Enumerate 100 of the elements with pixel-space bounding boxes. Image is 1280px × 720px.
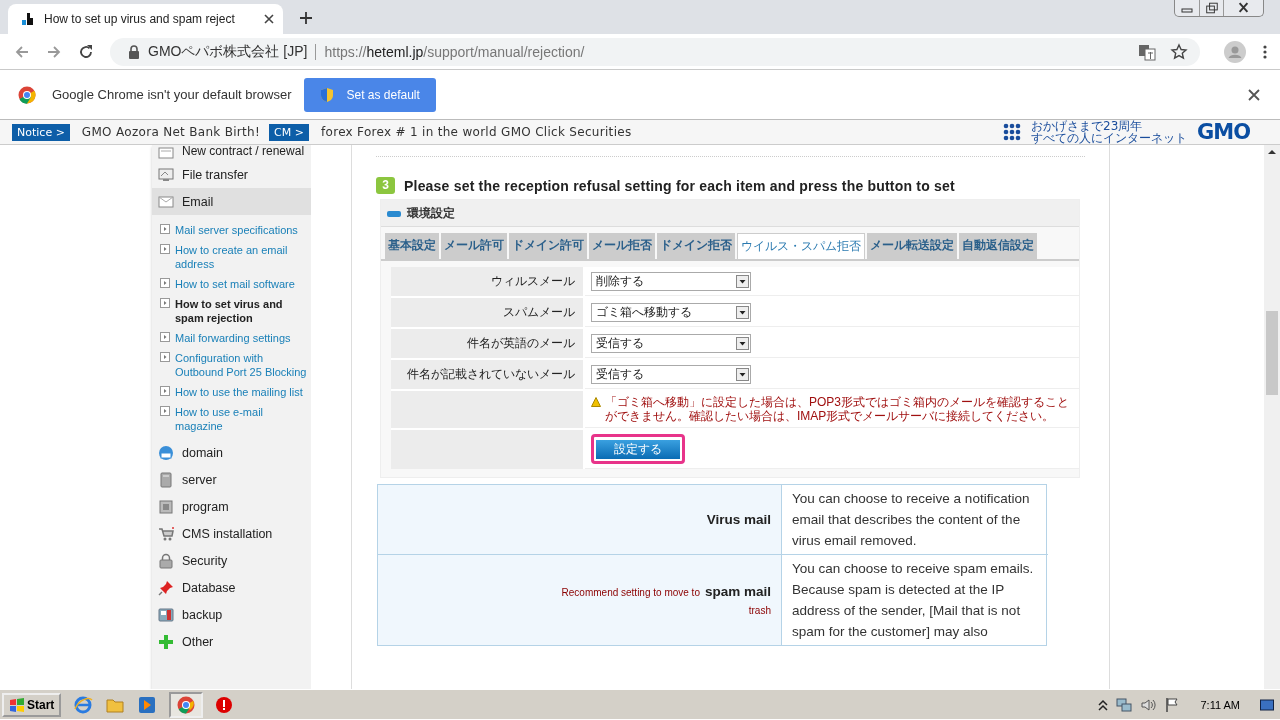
warning-text: 「ゴミ箱へ移動」に設定した場合は、POP3形式ではゴミ箱内のメールを確認することができません。確認したい場合は、IMAP形式でメールサーバに接続してください。	[605, 395, 1070, 423]
setting-label: 件名が記載されていないメール	[391, 360, 583, 389]
dropdown[interactable]: 受信する	[591, 333, 751, 353]
server-icon	[158, 471, 174, 488]
start-button[interactable]: Start	[2, 692, 62, 717]
reload-icon[interactable]	[78, 43, 94, 60]
arrow-box-icon	[160, 332, 170, 342]
settings-tab[interactable]: メール転送設定	[867, 233, 957, 259]
site-favicon	[20, 11, 36, 27]
sidebar-link[interactable]: Mail server specifications	[175, 223, 298, 237]
box-icon	[158, 498, 174, 515]
setting-label: スパムメール	[391, 298, 583, 327]
sidebar-item[interactable]: backup	[152, 601, 311, 628]
step-title: Please set the reception refusal setting for each item and press the button to set	[404, 177, 955, 194]
translate-icon[interactable]	[1138, 42, 1156, 61]
cart-icon	[158, 525, 174, 542]
sidebar-link[interactable]: How to use the mailing list	[175, 385, 303, 399]
apply-button[interactable]: 設定する	[596, 440, 680, 459]
setting-label: ウィルスメール	[391, 267, 583, 296]
sidebar-link[interactable]: How to set mail software	[175, 277, 295, 291]
close-icon[interactable]	[1248, 88, 1260, 101]
arrow-box-icon	[160, 224, 170, 234]
settings-tab[interactable]: 基本設定	[385, 233, 439, 259]
sidebar-link[interactable]: How to create an email address	[175, 243, 311, 271]
browser-tab[interactable]: How to set up virus and spam reject	[8, 4, 283, 34]
pushpin-icon	[158, 579, 174, 596]
clock: 7:11 AM	[1200, 698, 1240, 711]
notice-link[interactable]: forex Forex # 1 in the world GMO Click Securities	[321, 125, 632, 139]
settings-tab[interactable]: メール許可	[441, 233, 507, 259]
chevron-up-icon[interactable]	[1098, 698, 1109, 711]
close-icon[interactable]	[263, 13, 275, 25]
term-label: spam mail	[704, 584, 771, 599]
term-label: Virus mail	[706, 512, 771, 527]
chrome-logo-icon[interactable]	[177, 695, 196, 714]
sidebar-link[interactable]: Configuration with Outbound Port 25 Blocking	[175, 351, 311, 379]
envelope-icon	[158, 193, 174, 210]
arrow-box-icon	[160, 298, 170, 308]
step-number: 3	[376, 177, 395, 194]
infobar-message: Google Chrome isn't your default browser	[52, 87, 292, 102]
brand-tagline: おかげさまで23周年	[1031, 120, 1144, 132]
address-bar[interactable]: GMOペパボ株式会社 [JP] https://heteml.jp/support/manual/rejection/	[110, 37, 1200, 66]
document-icon	[158, 145, 174, 161]
stop-sign-icon[interactable]	[215, 695, 234, 714]
profile-avatar-icon[interactable]	[1224, 40, 1246, 63]
sidebar-item[interactable]: Other	[152, 628, 311, 655]
warning-icon	[591, 397, 601, 407]
browser-e-icon[interactable]	[73, 694, 94, 715]
sidebar-item[interactable]: program	[152, 493, 311, 520]
notice-badge[interactable]: Notice >	[12, 123, 70, 141]
forward-icon[interactable]	[46, 43, 62, 60]
sidebar-item[interactable]: domain	[152, 439, 311, 466]
set-default-button[interactable]: Set as default	[304, 77, 436, 112]
show-desktop-icon[interactable]	[1260, 697, 1274, 712]
arrow-box-icon	[160, 278, 170, 288]
recommendation-note: Recommend setting to move to	[561, 587, 700, 598]
sidebar-item[interactable]: CMS installation	[152, 520, 311, 547]
scrollbar[interactable]	[1264, 145, 1280, 689]
panel-title: 環境設定	[407, 205, 455, 222]
arrow-box-icon	[160, 352, 170, 362]
new-tab-icon[interactable]	[299, 11, 313, 25]
sidebar-link[interactable]: How to use e-mail magazine	[175, 405, 311, 433]
settings-tab[interactable]: ドメイン許可	[509, 233, 587, 259]
dropdown[interactable]: 受信する	[591, 364, 751, 384]
settings-tab[interactable]: ドメイン拒否	[657, 233, 735, 259]
scroll-thumb[interactable]	[1266, 311, 1278, 395]
recommendation-note: trash	[748, 605, 771, 616]
back-icon[interactable]	[14, 43, 30, 60]
lock-icon	[128, 44, 140, 59]
tab-title: How to set up virus and spam reject	[44, 12, 236, 26]
star-icon[interactable]	[1170, 42, 1188, 61]
shield-icon	[320, 86, 335, 103]
network-icon[interactable]	[1116, 696, 1133, 713]
dropdown[interactable]: ゴミ箱へ移動する	[591, 302, 751, 322]
sidebar-item[interactable]: server	[152, 466, 311, 493]
settings-tab[interactable]: 自動返信設定	[959, 233, 1037, 259]
sidebar-item[interactable]: File transfer	[152, 161, 311, 188]
sidebar-item[interactable]: Database	[152, 574, 311, 601]
description-text: You can choose to receive spam emails. Because spam is detected at the IP address of the sender, [Mail that is not spam for the customer] may also	[791, 560, 1035, 641]
menu-icon[interactable]	[1262, 43, 1268, 60]
url-text: https://heteml.jp/support/manual/rejection/	[324, 43, 585, 60]
site-identity: GMOペパボ株式会社 [JP]	[148, 42, 308, 61]
sidebar-link[interactable]: Mail forwarding settings	[175, 331, 291, 345]
speaker-icon[interactable]	[1140, 696, 1157, 713]
notice-badge[interactable]: CM >	[269, 123, 309, 141]
settings-tab[interactable]: メール拒否	[589, 233, 655, 259]
sidebar-item[interactable]: Email	[152, 188, 311, 215]
notice-link[interactable]: GMO Aozora Net Bank Birth!	[81, 125, 261, 139]
globe-icon	[158, 444, 174, 461]
setting-label: 件名が英語のメール	[391, 329, 583, 358]
plus-icon	[158, 633, 174, 650]
sidebar-item[interactable]: Security	[152, 547, 311, 574]
flag-icon[interactable]	[1164, 696, 1181, 713]
settings-tab[interactable]: ウイルス・スパム拒否	[737, 233, 865, 259]
arrow-box-icon	[160, 244, 170, 254]
brand-logo[interactable]: GMO	[1197, 123, 1250, 141]
dropdown[interactable]: 削除する	[591, 271, 751, 291]
sidebar-item[interactable]: New contract / renewal	[152, 145, 311, 161]
media-player-icon[interactable]	[137, 694, 158, 715]
dot-grid-icon	[1003, 123, 1021, 141]
sidebar-link[interactable]: How to set virus and spam rejection	[175, 297, 311, 325]
